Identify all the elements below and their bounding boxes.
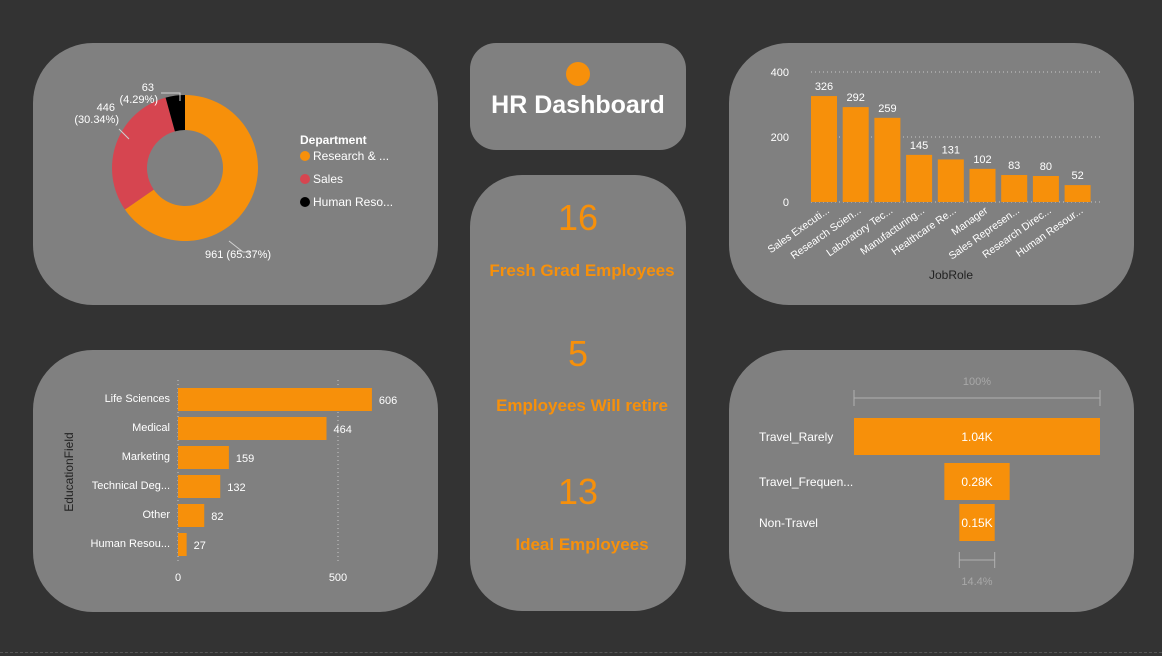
jobrole-bar-value-label: 326 — [815, 81, 833, 93]
bar-y-tick-label: 0 — [783, 197, 789, 209]
title-dot-icon — [566, 62, 590, 86]
jobrole-bar — [969, 168, 996, 202]
department-donut-card: 961 (65.37%) 446 (30.34%) 63 (4.29%) Departme… — [33, 43, 438, 305]
education-y-tick-label: Other — [142, 509, 170, 521]
bar-y-tick-label: 200 — [771, 132, 789, 144]
education-y-axis-label: EducationField — [62, 432, 76, 511]
donut-slice — [111, 97, 175, 210]
jobrole-bar — [906, 154, 933, 202]
jobrole-bar-value-label: 259 — [878, 103, 896, 115]
kpi-card: 16 Fresh Grad Employees 5 Employees Will… — [470, 175, 686, 611]
education-y-tick-label: Marketing — [122, 451, 170, 463]
funnel-top-bracket — [853, 390, 1101, 406]
retire-value: 5 — [567, 333, 589, 374]
travel-funnel-chart: 100% 1.04K Travel_Rarely 0.28K Travel_Freque… — [759, 376, 1101, 588]
funnel-bottom-bracket — [958, 552, 996, 568]
funnel-bottom-percent: 14.4% — [961, 576, 992, 588]
donut-data-label: 961 (65.37%) — [205, 249, 271, 261]
jobrole-bar — [1064, 185, 1091, 202]
donut-legend-item: Human Reso... — [313, 195, 393, 209]
education-bar-card: 0 500 606 Life Sciences 464 Medical 159 Marketi… — [33, 350, 438, 612]
education-bar — [178, 417, 327, 440]
jobrole-x-axis-label: JobRole — [929, 268, 973, 282]
funnel-top-percent: 100% — [963, 376, 991, 388]
dashboard-title: HR Dashboard — [491, 91, 665, 119]
education-bar-value-label: 132 — [227, 482, 245, 494]
fresh-grad-value: 16 — [557, 197, 599, 238]
ideal-label: Ideal Employees — [515, 535, 649, 554]
education-bar-chart: 0 500 606 Life Sciences 464 Medical 159 Marketi… — [62, 380, 397, 584]
education-bar-value-label: 606 — [379, 395, 397, 407]
education-bar — [178, 475, 221, 498]
funnel-bar-value-label: 0.15K — [961, 516, 992, 530]
jobrole-bar-card: 0 200 400 326 Sales Executi... 292 Research Sc… — [729, 43, 1134, 305]
jobrole-bar-value-label: 83 — [1008, 160, 1020, 172]
travel-funnel-card: 100% 1.04K Travel_Rarely 0.28K Travel_Freque… — [729, 350, 1134, 612]
education-bar — [178, 504, 205, 527]
funnel-category-label: Travel_Rarely — [759, 430, 833, 444]
education-y-tick-label: Life Sciences — [105, 393, 171, 405]
donut-legend-marker — [300, 197, 310, 207]
donut-data-label-percent: (4.29%) — [119, 94, 158, 106]
jobrole-bar — [937, 159, 964, 202]
bar-y-tick-label: 400 — [771, 67, 789, 79]
jobrole-bar — [811, 96, 837, 202]
education-bar-value-label: 159 — [236, 453, 254, 465]
education-y-tick-label: Medical — [132, 422, 170, 434]
fresh-grad-label: Fresh Grad Employees — [489, 261, 675, 280]
donut-legend-title: Department — [300, 133, 367, 147]
retire-label: Employees Will retire — [496, 396, 668, 415]
education-bar-value-label: 82 — [211, 511, 223, 523]
department-donut-chart: 961 (65.37%) 446(30.34%) 63(4.29%) Departme… — [74, 82, 393, 261]
donut-data-label: 63 — [142, 82, 154, 94]
donut-legend-marker — [300, 174, 310, 184]
jobrole-bar — [842, 107, 869, 202]
jobrole-bar-value-label: 102 — [973, 154, 991, 166]
education-y-tick-label: Technical Deg... — [92, 480, 170, 492]
donut-legend-item: Research & ... — [313, 149, 389, 163]
donut-data-label-percent: (30.34%) — [74, 114, 119, 126]
jobrole-bar-value-label: 145 — [910, 140, 928, 152]
education-bar-value-label: 464 — [333, 424, 351, 436]
funnel-category-label: Travel_Frequen... — [759, 475, 853, 489]
funnel-category-label: Non-Travel — [759, 516, 818, 530]
jobrole-bar-value-label: 292 — [847, 92, 865, 104]
jobrole-bar-value-label: 80 — [1040, 161, 1052, 173]
jobrole-bar-value-label: 52 — [1071, 170, 1083, 182]
bottom-divider — [0, 652, 1162, 653]
jobrole-bar — [1001, 175, 1028, 202]
education-bar-value-label: 27 — [194, 540, 206, 552]
jobrole-bar-value-label: 131 — [942, 144, 960, 156]
hbar-x-tick-label: 500 — [329, 572, 347, 584]
education-bar — [178, 533, 187, 556]
title-card: HR Dashboard — [470, 43, 686, 150]
donut-legend-marker — [300, 151, 310, 161]
donut-legend-item: Sales — [313, 172, 343, 186]
education-y-tick-label: Human Resou... — [91, 538, 170, 550]
ideal-value: 13 — [557, 471, 599, 512]
jobrole-bar — [1032, 176, 1059, 202]
donut-data-label: 446 — [97, 102, 115, 114]
funnel-bar-value-label: 1.04K — [961, 430, 992, 444]
education-bar — [178, 446, 229, 469]
hbar-x-tick-label: 0 — [175, 572, 181, 584]
funnel-bar-value-label: 0.28K — [961, 475, 992, 489]
jobrole-bar — [874, 117, 901, 202]
jobrole-bar-chart: 0200400326Sales Executi...292Research Sc… — [766, 67, 1101, 282]
education-bar — [178, 388, 372, 411]
